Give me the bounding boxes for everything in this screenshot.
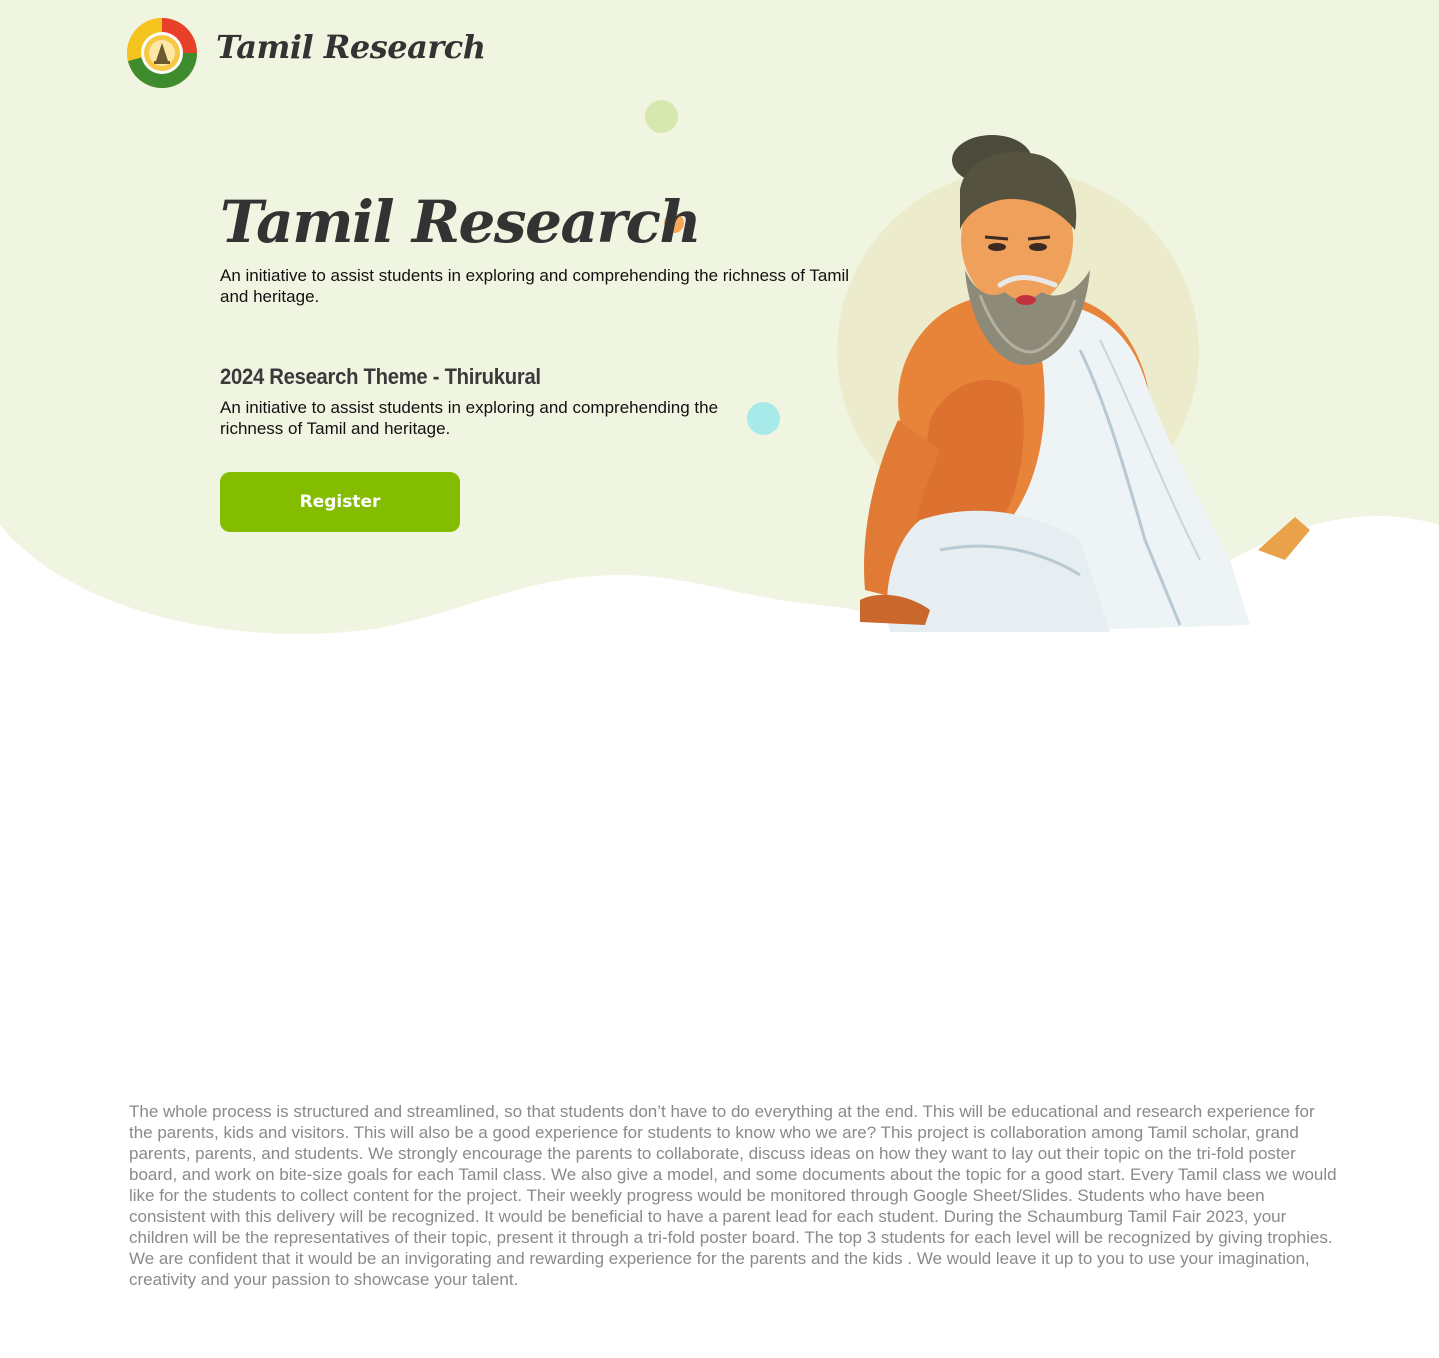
decorative-dot-cyan — [747, 402, 780, 435]
page: Tamil Research Tamil Research An initiat… — [0, 0, 1439, 1358]
register-button[interactable]: Register — [220, 472, 460, 532]
about-description: The whole process is structured and stre… — [129, 1102, 1337, 1289]
brand-name[interactable]: Tamil Research — [216, 28, 486, 66]
hero-title: Tamil Research — [220, 188, 702, 256]
research-theme-description: An initiative to assist students in expl… — [220, 398, 719, 438]
research-theme-title: 2024 Research Theme - Thirukural — [220, 364, 541, 389]
decorative-dot-green — [645, 100, 678, 133]
hero-subtitle: An initiative to assist students in expl… — [220, 266, 850, 306]
thiruvalluvar-illustration — [837, 135, 1310, 632]
tamil-research-logo-icon[interactable] — [126, 17, 198, 89]
